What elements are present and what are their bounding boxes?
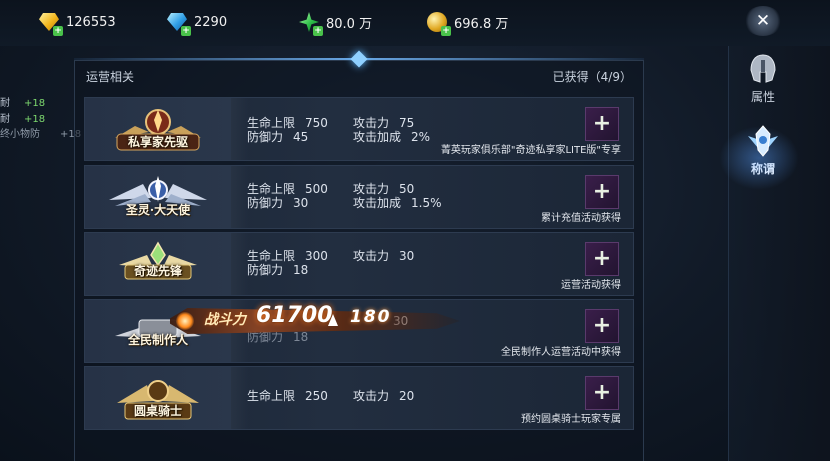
title-badge-icon: 奇迹先锋 (95, 239, 221, 289)
left-stat-3: 终小物防 +18 (0, 129, 82, 140)
equip-slot-button[interactable]: + (585, 309, 619, 343)
winged-crest-icon (746, 124, 780, 158)
combat-power-value: 61700 (256, 303, 333, 328)
title-row[interactable]: 圣灵·大天使 生命上限 500 攻击力 50 防御力 30 攻击加成 1.5% + 累计… (84, 165, 634, 229)
equip-slot-button[interactable]: + (585, 376, 619, 410)
stat-hp: 生命上限 250 (247, 389, 328, 403)
equip-slot-button[interactable]: + (585, 242, 619, 276)
title-row[interactable]: 圆桌骑士 生命上限 250 攻击力 20 + 预约圆桌骑士玩家专属 (84, 366, 634, 430)
gold-coin-value: 696.8 万 (454, 16, 509, 32)
currency-bar (0, 0, 830, 46)
equip-slot-button[interactable]: + (585, 107, 619, 141)
panel-header: 运营相关 已获得（4/9） (86, 68, 632, 84)
left-stat-1: 耐 +18 (0, 98, 46, 109)
combat-power-delta: 180 (350, 307, 392, 327)
badge-title: 奇迹先锋 (133, 264, 182, 278)
side-tab-bar (728, 46, 830, 461)
source-text: 运营活动获得 (561, 280, 621, 291)
gold-coin-currency[interactable]: + 696.8 万 (426, 9, 509, 36)
stat-defense: 防御力 18 (247, 263, 309, 277)
title-row[interactable]: 奇迹先锋 生命上限 300 攻击力 30 防御力 18 + 运营活动获得 (84, 232, 634, 296)
stat-attack-bonus: 攻击加成 2% (353, 130, 431, 144)
gold-diamond-currency[interactable]: + 126553 (38, 9, 116, 36)
tab-attributes[interactable]: 属性 (733, 52, 793, 105)
up-arrow-icon (328, 314, 338, 326)
obtained-count: 已获得（4/9） (552, 70, 632, 84)
blue-diamond-value: 2290 (194, 14, 228, 30)
close-button[interactable]: ✕ (744, 6, 782, 36)
tab-label: 称谓 (750, 162, 775, 176)
plus-icon: + (592, 246, 612, 271)
gold-coin-icon: + (426, 11, 451, 36)
title-badge-icon: 私享家先驱 (95, 104, 221, 154)
badge-title: 私享家先驱 (127, 135, 188, 149)
title-badge-icon: 圆桌骑士 (95, 373, 221, 423)
equip-slot-button[interactable]: + (585, 175, 619, 209)
stat-attack: 攻击力 20 (353, 389, 415, 403)
badge-title: 圣灵·大天使 (125, 203, 191, 217)
plus-icon: + (592, 111, 612, 136)
plus-icon: + (592, 380, 612, 405)
tab-titles[interactable]: 称谓 (719, 124, 799, 190)
source-text: 预约圆桌骑士玩家专属 (521, 414, 621, 425)
green-crystal-icon: + (298, 11, 323, 36)
gold-diamond-icon: + (38, 11, 63, 36)
title-row[interactable]: 私享家先驱 生命上限 750 攻击力 75 防御力 45 攻击加成 2% + 菁英玩家俱… (84, 97, 634, 161)
tab-label: 属性 (750, 90, 775, 104)
plus-icon: + (592, 313, 612, 338)
stat-defense: 防御力 30 (247, 196, 309, 210)
helmet-icon (746, 52, 780, 86)
title-badge-icon: 圣灵·大天使 (95, 172, 221, 222)
green-crystal-value: 80.0 万 (326, 16, 373, 32)
glow-orb-icon (176, 312, 194, 330)
stat-attack-bonus: 攻击加成 1.5% (353, 196, 442, 210)
close-icon: ✕ (755, 11, 771, 31)
source-text: 累计充值活动获得 (541, 213, 621, 224)
green-crystal-currency[interactable]: + 80.0 万 (298, 9, 373, 36)
left-stat-2: 耐 +18 (0, 114, 46, 125)
gold-diamond-value: 126553 (66, 14, 116, 30)
blue-diamond-currency[interactable]: + 2290 (166, 9, 228, 36)
blue-diamond-icon: + (166, 11, 191, 36)
source-text: 菁英玩家俱乐部"奇迹私享家LITE版"专享 (440, 145, 621, 156)
badge-title: 圆桌骑士 (133, 404, 182, 418)
stat-attack: 攻击力 30 (353, 249, 415, 263)
category-title: 运营相关 (86, 70, 135, 84)
source-text: 全民制作人运营活动中获得 (501, 347, 621, 358)
combat-power-label: 战斗力 (204, 312, 246, 328)
stat-defense: 防御力 45 (247, 130, 309, 144)
combat-power-popup: 战斗力 61700 180 (160, 292, 460, 350)
plus-icon: + (592, 179, 612, 204)
